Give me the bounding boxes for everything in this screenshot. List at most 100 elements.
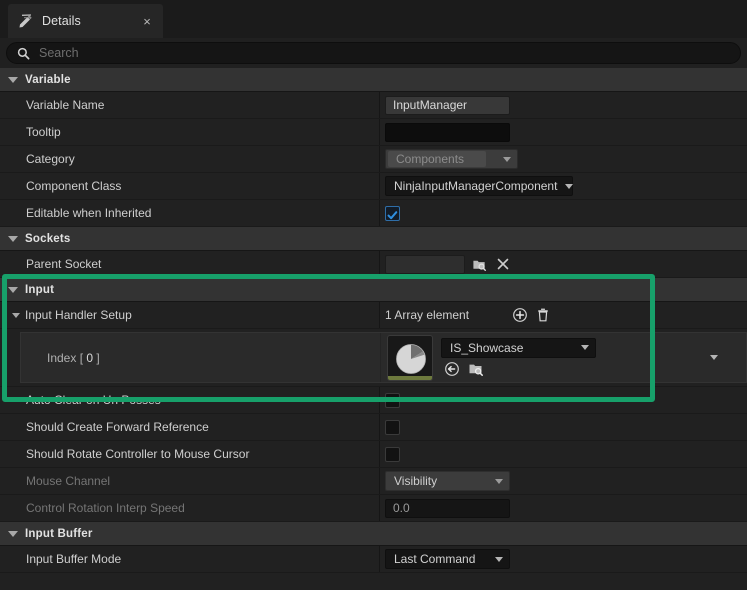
chevron-down-icon: [495, 556, 503, 562]
details-property-list: Variable Variable Name InputManager Tool…: [0, 68, 747, 590]
expand-triangle-icon[interactable]: [8, 76, 18, 83]
chevron-down-icon: [565, 183, 574, 189]
search-input[interactable]: [37, 45, 730, 61]
search-icon: [17, 47, 30, 60]
category-header-variable[interactable]: Variable: [0, 68, 747, 92]
label-cell: Parent Socket: [0, 251, 380, 277]
asset-name: IS_Showcase: [450, 340, 524, 355]
input-buffer-mode-dropdown[interactable]: Last Command: [385, 549, 510, 569]
category-header-sockets[interactable]: Sockets: [0, 227, 747, 251]
asset-dropdown[interactable]: IS_Showcase: [441, 337, 596, 358]
row-label: Editable when Inherited: [26, 206, 152, 220]
mouse-channel-value: Visibility: [394, 474, 438, 488]
tab-details[interactable]: Details ×: [8, 4, 163, 38]
variable-name-field[interactable]: InputManager: [385, 95, 510, 115]
component-class-dropdown[interactable]: NinjaInputManagerComponent: [385, 176, 574, 196]
label-cell: Mouse Channel: [0, 468, 380, 494]
array-element-card[interactable]: Index [ 0 ] IS_Showcase: [20, 332, 747, 383]
input-buffer-mode-value: Last Command: [394, 552, 476, 566]
category-title: Variable: [25, 73, 71, 86]
row-input-handler-setup[interactable]: Input Handler Setup 1 Array element: [0, 302, 747, 329]
editable-when-inherited-checkbox[interactable]: [385, 205, 400, 221]
expand-triangle-icon[interactable]: [8, 530, 18, 537]
index-value: 0: [86, 350, 94, 365]
category-title: Input: [25, 283, 55, 296]
chevron-down-icon[interactable]: [710, 355, 718, 360]
label-cell: Category: [0, 146, 380, 172]
row-editable-when-inherited[interactable]: Editable when Inherited: [0, 200, 747, 227]
forward-reference-checkbox[interactable]: [385, 419, 400, 435]
expand-triangle-icon[interactable]: [8, 286, 18, 293]
label-cell: Variable Name: [0, 92, 380, 118]
tooltip-field[interactable]: [385, 122, 510, 142]
row-auto-clear-on-un-posses[interactable]: Auto Clear on Un Posses: [0, 387, 747, 414]
label-cell: Component Class: [0, 173, 380, 199]
value-cell: Last Command: [380, 546, 747, 572]
chevron-down-icon: [495, 478, 503, 484]
details-pencil-icon: [18, 13, 34, 29]
browse-to-asset-icon[interactable]: [471, 256, 488, 273]
auto-clear-checkbox[interactable]: [385, 392, 400, 408]
value-cell: [380, 200, 747, 226]
component-class-value: NinjaInputManagerComponent: [394, 179, 558, 193]
label-cell: Index [ 0 ]: [21, 333, 381, 382]
chevron-down-icon: [503, 156, 511, 162]
asset-controls: IS_Showcase: [441, 337, 596, 378]
label-cell: Input Buffer Mode: [0, 546, 380, 572]
asset-thumbnail[interactable]: [387, 334, 433, 381]
asset-picker-cell: IS_Showcase: [381, 333, 746, 382]
index-prefix: Index: [47, 350, 77, 365]
add-element-icon[interactable]: [511, 307, 528, 324]
row-mouse-channel[interactable]: Mouse Channel Visibility: [0, 468, 747, 495]
use-selected-asset-icon[interactable]: [443, 361, 460, 378]
row-tooltip[interactable]: Tooltip: [0, 119, 747, 146]
tab-label: Details: [42, 14, 81, 28]
category-header-input-buffer[interactable]: Input Buffer: [0, 522, 747, 546]
parent-socket-field[interactable]: [385, 254, 465, 274]
row-input-buffer-mode[interactable]: Input Buffer Mode Last Command: [0, 546, 747, 573]
check-icon: [387, 208, 398, 219]
clear-socket-icon[interactable]: [494, 256, 511, 273]
value-cell: Visibility: [380, 468, 747, 494]
category-value: Components: [388, 151, 487, 167]
row-label: Component Class: [26, 179, 122, 193]
category-dropdown[interactable]: Components: [385, 149, 518, 169]
browse-to-asset-icon[interactable]: [467, 361, 484, 378]
row-should-rotate-controller-to-mouse-cursor[interactable]: Should Rotate Controller to Mouse Cursor: [0, 441, 747, 468]
label-cell: Control Rotation Interp Speed: [0, 495, 380, 521]
label-cell: Auto Clear on Un Posses: [0, 387, 380, 413]
array-element-count: 1 Array element: [385, 308, 470, 322]
value-cell: [380, 251, 747, 277]
rotate-to-cursor-checkbox[interactable]: [385, 446, 400, 462]
row-component-class[interactable]: Component Class NinjaInputManagerCompone…: [0, 173, 747, 200]
row-category[interactable]: Category Components: [0, 146, 747, 173]
row-label: Control Rotation Interp Speed: [26, 501, 185, 515]
chevron-down-icon: [581, 345, 589, 350]
value-cell: 1 Array element: [380, 302, 747, 328]
row-label: Variable Name: [26, 98, 105, 112]
search-bar: [0, 38, 747, 68]
row-label: Should Rotate Controller to Mouse Cursor: [26, 447, 250, 461]
mouse-channel-dropdown[interactable]: Visibility: [385, 471, 510, 491]
tab-strip: Details ×: [0, 0, 747, 38]
label-cell: Should Rotate Controller to Mouse Cursor: [0, 441, 380, 467]
control-rotation-interp-speed-field[interactable]: 0.0: [385, 498, 510, 518]
row-parent-socket[interactable]: Parent Socket: [0, 251, 747, 278]
delete-elements-icon[interactable]: [534, 307, 551, 324]
array-index-label: Index [ 0 ]: [47, 350, 100, 365]
row-control-rotation-interp-speed[interactable]: Control Rotation Interp Speed 0.0: [0, 495, 747, 522]
expand-triangle-icon[interactable]: [8, 235, 18, 242]
row-variable-name[interactable]: Variable Name InputManager: [0, 92, 747, 119]
label-cell: Input Handler Setup: [0, 302, 380, 328]
row-label: Parent Socket: [26, 257, 102, 271]
label-cell: Tooltip: [0, 119, 380, 145]
search-box[interactable]: [6, 42, 741, 64]
category-header-input[interactable]: Input: [0, 278, 747, 302]
expand-triangle-icon[interactable]: [12, 312, 20, 318]
row-label: Input Buffer Mode: [26, 552, 122, 566]
value-cell: NinjaInputManagerComponent: [380, 173, 747, 199]
row-label: Tooltip: [26, 125, 61, 139]
close-icon[interactable]: ×: [139, 13, 155, 29]
row-should-create-forward-reference[interactable]: Should Create Forward Reference: [0, 414, 747, 441]
row-label: Mouse Channel: [26, 474, 111, 488]
